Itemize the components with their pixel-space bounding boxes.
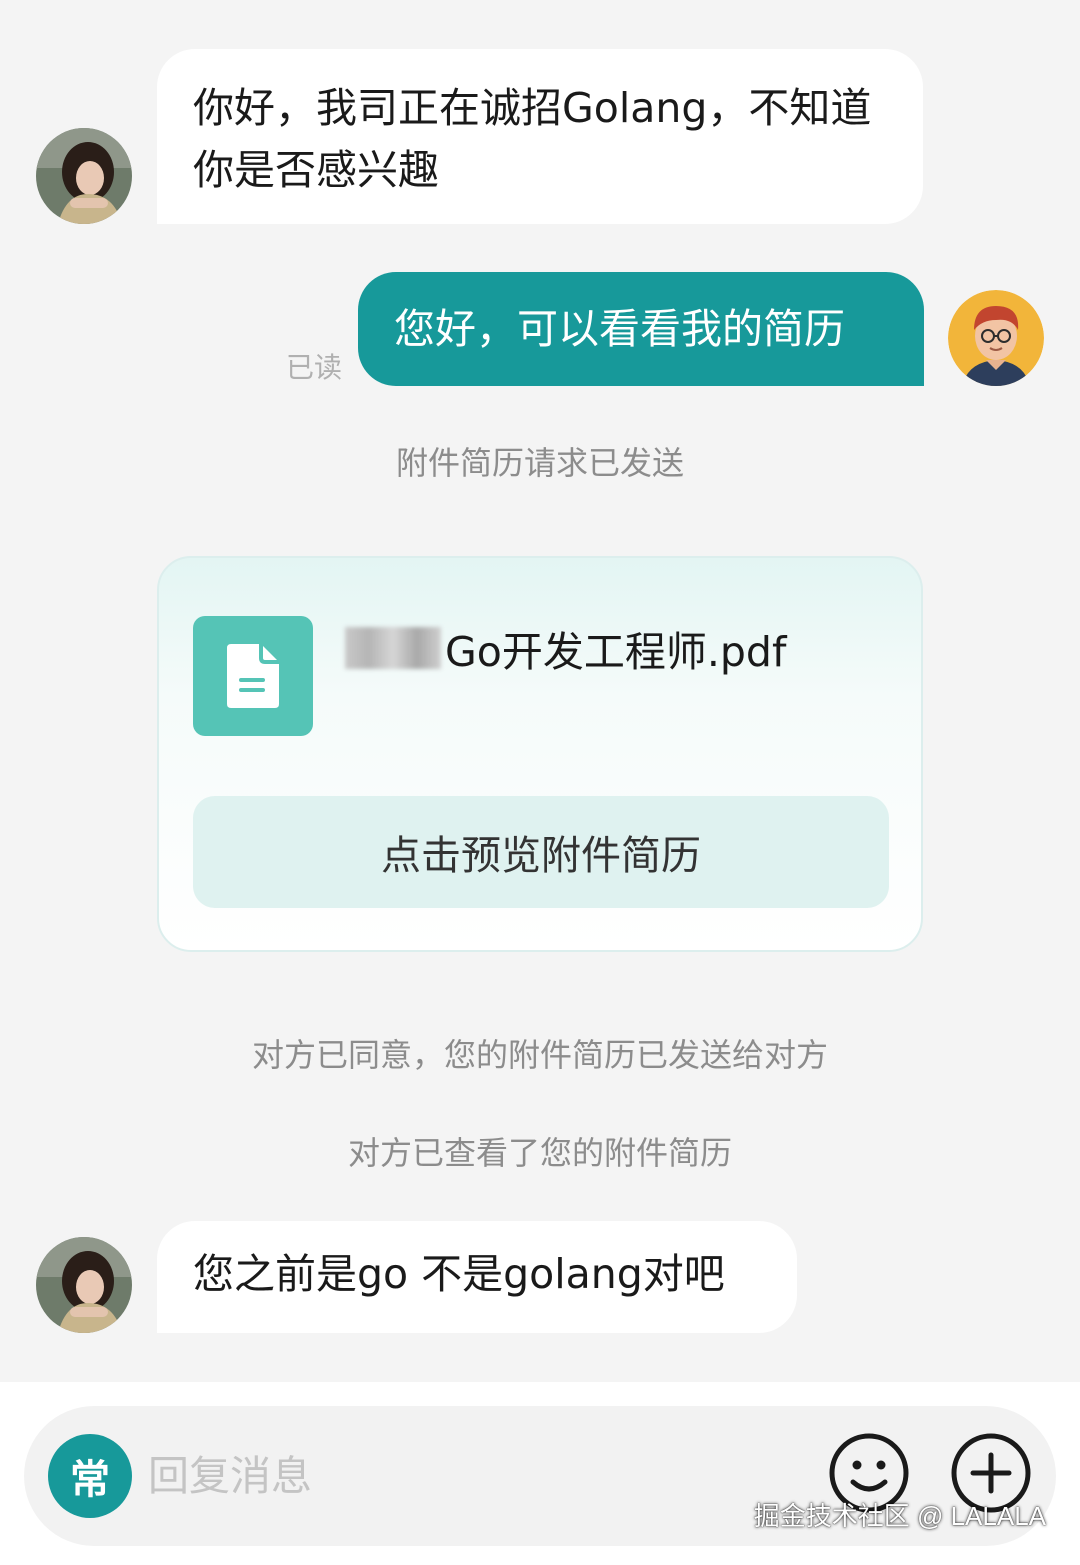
message-text: 您好，可以看看我的简历 — [394, 305, 845, 353]
message-bubble-incoming[interactable]: 你好，我司正在诚招Golang，不知道你是否感兴趣 — [157, 49, 923, 224]
watermark: 掘金技术社区 @ LALALA — [753, 1501, 1046, 1531]
reply-bar: 常 掘金技术社区 @ LALALA — [0, 1382, 1080, 1565]
system-note-viewed: 对方已查看了您的附件简历 — [347, 1134, 732, 1172]
file-name-text: Go开发工程师.pdf — [445, 628, 787, 676]
attachment-file-name: Go开发工程师.pdf — [345, 618, 786, 678]
preview-resume-button[interactable]: 点击预览附件简历 — [193, 796, 889, 908]
resume-attachment-card[interactable]: Go开发工程师.pdf 点击预览附件简历 — [157, 556, 923, 952]
quick-phrase-label: 常 — [70, 1457, 110, 1503]
redacted-name-block — [345, 627, 441, 669]
reply-input[interactable] — [148, 1440, 788, 1512]
message-text: 你好，我司正在诚招Golang，不知道你是否感兴趣 — [193, 84, 872, 194]
quick-phrase-button[interactable]: 常 — [48, 1434, 132, 1518]
system-note-request-sent: 附件简历请求已发送 — [395, 444, 684, 482]
document-icon — [193, 616, 313, 736]
system-note-agreed: 对方已同意，您的附件简历已发送给对方 — [251, 1036, 828, 1074]
read-status: 已读 — [286, 351, 343, 384]
recruiter-avatar[interactable] — [36, 128, 132, 224]
message-bubble-incoming[interactable]: 您之前是go 不是golang对吧 — [157, 1221, 797, 1333]
recruiter-avatar[interactable] — [36, 1237, 132, 1333]
user-avatar[interactable] — [948, 290, 1044, 386]
chat-screen: 你好，我司正在诚招Golang，不知道你是否感兴趣 已读 您好，可以看看我的简历… — [0, 0, 1080, 1565]
preview-resume-label: 点击预览附件简历 — [381, 833, 701, 879]
message-bubble-outgoing[interactable]: 您好，可以看看我的简历 — [358, 272, 924, 386]
message-text: 您之前是go 不是golang对吧 — [193, 1250, 725, 1298]
